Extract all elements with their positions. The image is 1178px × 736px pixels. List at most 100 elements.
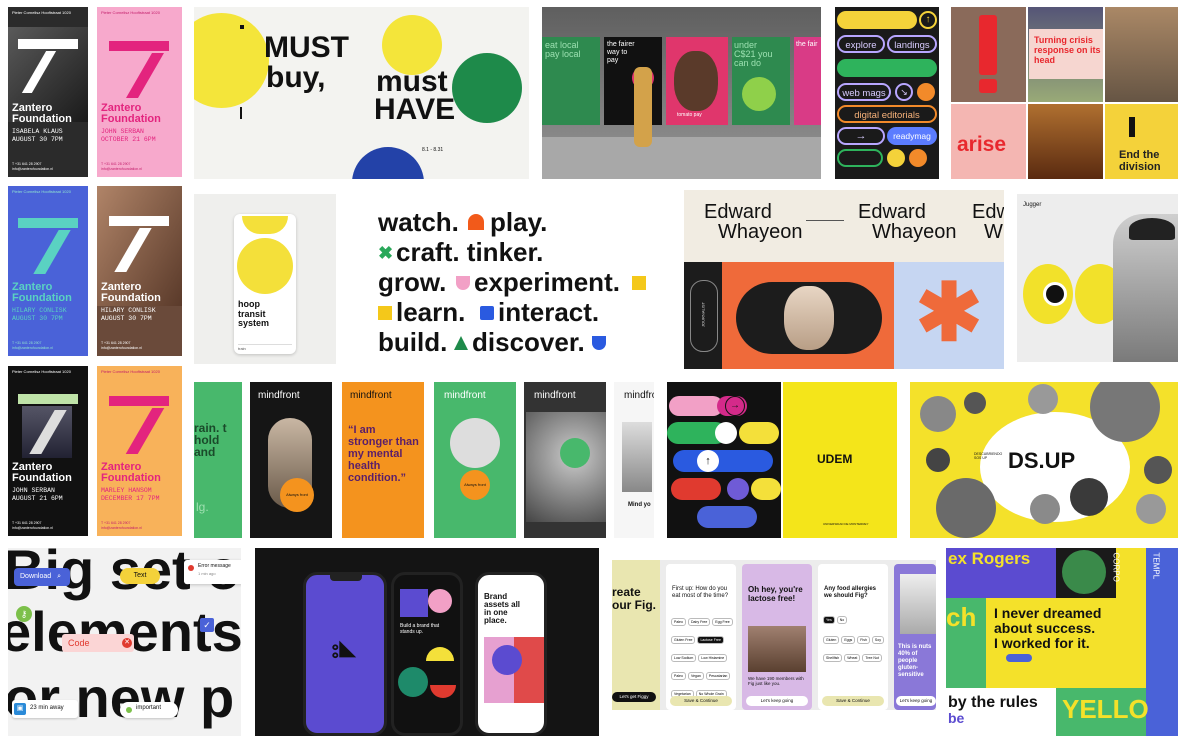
chip[interactable]: Low Histamine — [698, 654, 728, 662]
woman-hat — [1129, 218, 1175, 240]
poster-date: AUGUST 21 6PM — [12, 495, 63, 502]
chip[interactable]: Shellfish — [823, 654, 843, 662]
hoop-select[interactable]: train — [238, 344, 292, 351]
phones-tile[interactable]: ⦂◣ Build a brand that stands up. Brand a… — [255, 548, 599, 736]
close-icon[interactable]: ✕ — [122, 638, 132, 648]
zantero-poster-2[interactable]: Pieter Cornelisz Hooftstraat 1020 Zanter… — [97, 7, 182, 177]
white-photo — [622, 422, 652, 492]
chip[interactable]: Paleo — [671, 618, 686, 626]
zantero-poster-5[interactable]: Pieter Cornelisz Hooftstraat 1020 Zanter… — [8, 366, 88, 536]
checkbox-icon[interactable]: ✓ — [200, 618, 214, 632]
chip[interactable]: Wheat — [844, 654, 861, 662]
green-circle — [452, 53, 522, 123]
chip[interactable]: Tree Nut — [862, 654, 882, 662]
hoop-tile[interactable]: hoop transit system train — [194, 194, 336, 364]
arrow-diag-icon[interactable]: ↘ — [895, 83, 913, 101]
chip[interactable]: Egg Free — [712, 618, 733, 626]
udem-shape-pink — [669, 396, 723, 416]
digital-editorials-button[interactable]: digital editorials — [837, 105, 937, 123]
chip[interactable]: Gluten — [823, 636, 840, 644]
small-lg: lg. — [196, 500, 209, 514]
chip[interactable]: Low Sodium — [671, 654, 697, 662]
udem-tile[interactable]: → ↑ UDEM UNIVERSIDAD DE MONTERREY — [667, 382, 897, 538]
zantero-poster-4[interactable]: Zantero Foundation HILARY CONLISK AUGUST… — [97, 186, 182, 356]
yes-chip[interactable]: Yes — [823, 616, 835, 624]
have-text: HAVE — [374, 93, 456, 126]
chip[interactable]: Dairy Free — [687, 618, 711, 626]
elements-tile[interactable]: Big set of elements or new p Download ⌕ … — [8, 548, 241, 736]
download-label: Download — [20, 573, 52, 580]
leaf-circle — [1062, 550, 1106, 594]
web-mags-button[interactable]: web mags — [837, 83, 891, 101]
green-cta-circle[interactable] — [560, 438, 590, 468]
arise-tile[interactable]: Turning crisis response on its head aris… — [951, 7, 1178, 179]
keep-going-button[interactable]: Let's keep going — [746, 696, 808, 706]
grey-swirl — [526, 412, 606, 522]
chip[interactable]: Vegan — [687, 672, 704, 680]
mindfront-panel-1 — [194, 382, 242, 538]
arrow-right-icon[interactable]: → — [837, 127, 885, 145]
must-buy-tile[interactable]: MUST buy, must HAVE 8.1 - 8.31 — [194, 7, 529, 179]
avatar — [1070, 478, 1108, 516]
poster-phone: T +31 641 28 2907 — [101, 162, 131, 166]
mindfront-tile[interactable]: rain. t hold and lg. mindfront Always fr… — [194, 382, 654, 538]
always-front-label: Always front — [464, 482, 486, 487]
chip[interactable]: Lactose Free — [697, 636, 724, 644]
readymag-button[interactable]: readymag — [887, 127, 937, 145]
portrait-face — [784, 286, 834, 350]
arrow-up-circle-icon[interactable]: ↑ — [697, 450, 719, 472]
fig-card-2: Oh hey, you're lactose free! We have 190… — [742, 564, 812, 710]
must-text: MUST — [264, 31, 349, 64]
arrow-up-icon[interactable]: ↑ — [919, 11, 937, 29]
arrow-right-circle-icon[interactable]: → — [725, 396, 745, 416]
zantero-poster-3[interactable]: Pieter Cornelisz Hooftstraat 1020 Zanter… — [8, 186, 88, 356]
chip[interactable]: Pescatarian — [705, 672, 731, 680]
landings-button[interactable]: landings — [887, 35, 937, 53]
webmags-tile[interactable]: ↑ explore landings web mags ↘ digital ed… — [835, 7, 939, 179]
no-chip[interactable]: No — [836, 616, 848, 624]
zantero-poster-6[interactable]: Pieter Cornelisz Hooftstraat 1020 Zanter… — [97, 366, 182, 536]
jugger-tile[interactable]: Jugger — [1017, 194, 1178, 362]
learn-text: learn. — [396, 297, 466, 327]
tomato-pay-tile[interactable]: eat local pay local the fairer way to pa… — [542, 7, 821, 179]
dsup-title: DS.UP — [1008, 448, 1076, 473]
watch-text: watch. — [378, 207, 459, 237]
code-label: Code — [68, 638, 90, 648]
interact-text: interact. — [498, 297, 600, 327]
seven-logo-bar — [109, 216, 169, 226]
text-chip[interactable]: Text — [120, 568, 160, 584]
green-x-icon: ✖ — [378, 243, 394, 263]
purple-circle — [492, 645, 522, 675]
rogers-tile[interactable]: ex Rogers CORPO TEMPL ch I never dreamed… — [946, 548, 1178, 736]
chip[interactable]: Paleo — [671, 672, 686, 680]
download-button[interactable]: Download ⌕ — [14, 568, 70, 586]
orange-dot — [909, 149, 927, 167]
save-continue-button[interactable]: Save & Continue — [670, 696, 732, 706]
blue-square-icon — [480, 306, 494, 320]
brand-label: tomato pay — [677, 112, 702, 118]
keep-going-button[interactable]: Let's keep going — [896, 696, 936, 706]
udem-shape-yellow — [739, 422, 779, 444]
date-small: 8.1 - 8.31 — [422, 147, 444, 153]
time-label: 23 min away — [30, 705, 64, 711]
udem-shape-purple — [727, 478, 749, 500]
poster-email: info@zanterofoundation.nl — [12, 526, 53, 530]
exclamation-dot — [979, 79, 997, 93]
explore-button[interactable]: explore — [837, 35, 885, 53]
poster-address: Pieter Cornelisz Hooftstraat 1020 — [12, 189, 71, 194]
watch-play-tile[interactable]: watch. play. ✖ craft. tinker. grow. expe… — [350, 194, 670, 364]
arise-headline: Turning crisis response on its head — [1034, 35, 1101, 65]
chip[interactable]: Eggs — [841, 636, 856, 644]
chip[interactable]: Soy — [871, 636, 884, 644]
edward-tile[interactable]: Edward Whayeon Edward Whayeon Edw W JOUR… — [684, 190, 1004, 369]
poster-title-2: Foundation — [101, 292, 161, 304]
zantero-poster-1[interactable]: Pieter Cornelisz Hooftstraat 1020 Zanter… — [8, 7, 88, 177]
dsup-tile[interactable]: DS.UP DESCUBRIENDO SOS UP — [910, 382, 1178, 538]
chip[interactable]: Fish — [857, 636, 870, 644]
save-continue-button[interactable]: Save & Continue — [822, 696, 884, 706]
chip-grid: Paleo Dairy Free Egg FreeGluten Free Lactos… — [670, 610, 734, 700]
mindfront-logo: mindfront — [534, 390, 576, 401]
fig-tile[interactable]: reate our Fig. Let's get Figgy First up:… — [612, 560, 936, 710]
chip[interactable]: Gluten Free — [671, 636, 696, 644]
fig-left-button[interactable]: Let's get Figgy — [612, 692, 656, 702]
